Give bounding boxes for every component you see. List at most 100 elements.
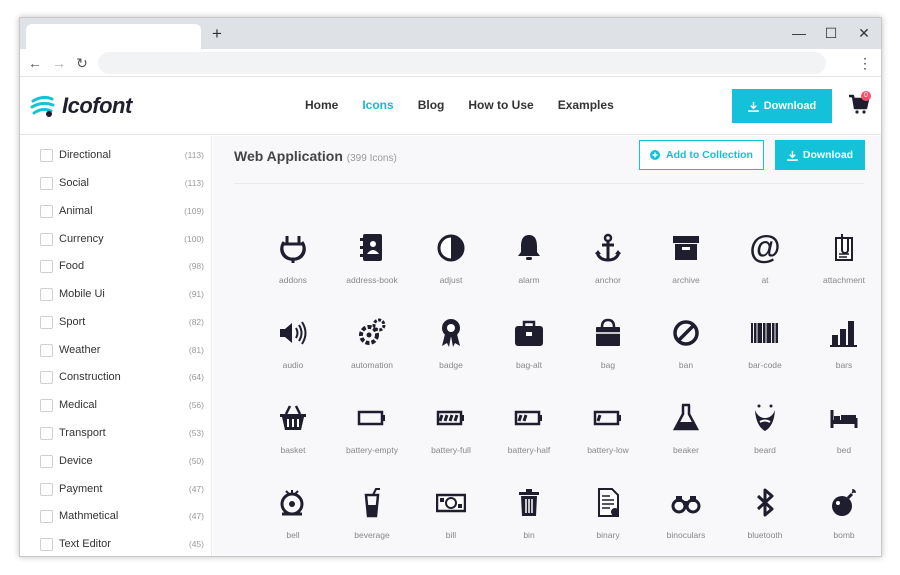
- category-item[interactable]: Animal (109): [40, 202, 204, 220]
- icon-tile[interactable]: alarm: [490, 232, 568, 302]
- icon-tile[interactable]: bomb: [805, 487, 881, 556]
- category-checkbox[interactable]: [40, 259, 53, 273]
- icon-tile[interactable]: binoculars: [647, 487, 725, 556]
- category-checkbox[interactable]: [40, 232, 53, 246]
- page-title: Web Application (399 Icons): [234, 148, 397, 164]
- category-checkbox[interactable]: [40, 287, 53, 301]
- category-label: Currency: [59, 233, 104, 245]
- icon-tile[interactable]: basket: [254, 402, 332, 472]
- header-download-button[interactable]: Download: [732, 89, 832, 123]
- nav-blog[interactable]: Blog: [418, 98, 445, 112]
- browser-window: + — ☐ ✕ ← → ↻ ⋮ Icofont Home Icons Blog …: [19, 17, 882, 557]
- icon-tile[interactable]: beverage: [333, 487, 411, 556]
- nav-icons[interactable]: Icons: [362, 98, 393, 112]
- icon-tile[interactable]: addons: [254, 232, 332, 302]
- icon-tile[interactable]: bag-alt: [490, 317, 568, 387]
- add-to-collection-button[interactable]: Add to Collection: [639, 140, 764, 170]
- icon-tile[interactable]: battery-half: [490, 402, 568, 472]
- category-checkbox[interactable]: [40, 482, 53, 496]
- back-icon[interactable]: ←: [26, 53, 44, 73]
- category-item[interactable]: Weather (81): [40, 341, 204, 359]
- category-item[interactable]: Mobile Ui (91): [40, 285, 204, 303]
- icon-tile[interactable]: @ at: [726, 232, 804, 302]
- battery-low-icon: [593, 410, 621, 426]
- icon-tile[interactable]: attachment: [805, 232, 881, 302]
- category-checkbox[interactable]: [40, 148, 53, 162]
- category-checkbox[interactable]: [40, 454, 53, 468]
- category-checkbox[interactable]: [40, 370, 53, 384]
- icon-tile[interactable]: address-book: [333, 232, 411, 302]
- category-sidebar: Directional (113) Social (113) Animal (109)…: [20, 136, 212, 556]
- icon-tile[interactable]: battery-full: [412, 402, 490, 472]
- icon-tile[interactable]: bar-code: [726, 317, 804, 387]
- tab-strip: + — ☐ ✕: [20, 18, 881, 49]
- cart-button[interactable]: 0: [848, 91, 872, 116]
- close-button[interactable]: ✕: [849, 22, 879, 44]
- browser-menu-icon[interactable]: ⋮: [858, 53, 872, 73]
- address-bar[interactable]: [98, 52, 826, 74]
- beaker-icon: [672, 403, 700, 431]
- icon-tile[interactable]: badge: [412, 317, 490, 387]
- icon-tile[interactable]: ban: [647, 317, 725, 387]
- category-item[interactable]: Construction (64): [40, 368, 204, 386]
- new-tab-button[interactable]: +: [209, 25, 225, 43]
- category-label: Directional: [59, 149, 111, 161]
- icon-tile[interactable]: bars: [805, 317, 881, 387]
- ban-icon: [673, 320, 699, 346]
- category-checkbox[interactable]: [40, 176, 53, 190]
- category-item[interactable]: Text Editor (45): [40, 535, 204, 553]
- page-title-text: Web Application: [234, 148, 343, 164]
- category-count: (98): [188, 261, 204, 271]
- category-label: Weather: [59, 344, 101, 356]
- icon-tile[interactable]: binary: [569, 487, 647, 556]
- icon-tile[interactable]: bin: [490, 487, 568, 556]
- maximize-button[interactable]: ☐: [816, 22, 846, 44]
- icon-tile[interactable]: bag: [569, 317, 647, 387]
- category-checkbox[interactable]: [40, 315, 53, 329]
- icon-tile[interactable]: anchor: [569, 232, 647, 302]
- nav-how-to-use[interactable]: How to Use: [468, 98, 533, 112]
- icon-tile[interactable]: bill: [412, 487, 490, 556]
- svg-text:@: @: [750, 232, 780, 264]
- category-checkbox[interactable]: [40, 509, 53, 523]
- icon-tile[interactable]: battery-low: [569, 402, 647, 472]
- category-checkbox[interactable]: [40, 398, 53, 412]
- icon-tile[interactable]: bluetooth: [726, 487, 804, 556]
- icon-tile[interactable]: automation: [333, 317, 411, 387]
- category-item[interactable]: Medical (56): [40, 396, 204, 414]
- category-item[interactable]: Sport (82): [40, 313, 204, 331]
- category-checkbox[interactable]: [40, 343, 53, 357]
- download-button[interactable]: Download: [775, 140, 865, 170]
- category-count: (81): [188, 345, 204, 355]
- category-item[interactable]: Directional (113): [40, 146, 204, 164]
- category-item[interactable]: Payment (47): [40, 480, 204, 498]
- forward-icon[interactable]: →: [50, 53, 68, 73]
- nav-examples[interactable]: Examples: [558, 98, 614, 112]
- category-checkbox[interactable]: [40, 537, 53, 551]
- icon-tile[interactable]: bell: [254, 487, 332, 556]
- icon-tile[interactable]: audio: [254, 317, 332, 387]
- logo[interactable]: Icofont: [30, 92, 132, 120]
- browser-tab[interactable]: [26, 24, 201, 49]
- icon-tile[interactable]: archive: [647, 232, 725, 302]
- icon-tile[interactable]: adjust: [412, 232, 490, 302]
- category-item[interactable]: Transport (53): [40, 424, 204, 442]
- download-label: Download: [802, 149, 854, 161]
- category-item[interactable]: Social (113): [40, 174, 204, 192]
- category-label: Sport: [59, 316, 86, 328]
- icon-tile[interactable]: battery-empty: [333, 402, 411, 472]
- category-item[interactable]: Currency (100): [40, 230, 204, 248]
- category-item[interactable]: Mathmetical (47): [40, 507, 204, 525]
- category-item[interactable]: Device (50): [40, 452, 204, 470]
- icon-tile[interactable]: beaker: [647, 402, 725, 472]
- category-checkbox[interactable]: [40, 204, 53, 218]
- category-checkbox[interactable]: [40, 426, 53, 440]
- reload-icon[interactable]: ↻: [73, 53, 91, 73]
- minimize-button[interactable]: —: [784, 22, 814, 44]
- icon-tile[interactable]: bed: [805, 402, 881, 472]
- browser-toolbar: ← → ↻ ⋮: [20, 49, 881, 77]
- category-item[interactable]: Food (98): [40, 257, 204, 275]
- nav-home[interactable]: Home: [305, 98, 338, 112]
- icon-name: bars: [835, 360, 853, 370]
- icon-tile[interactable]: beard: [726, 402, 804, 472]
